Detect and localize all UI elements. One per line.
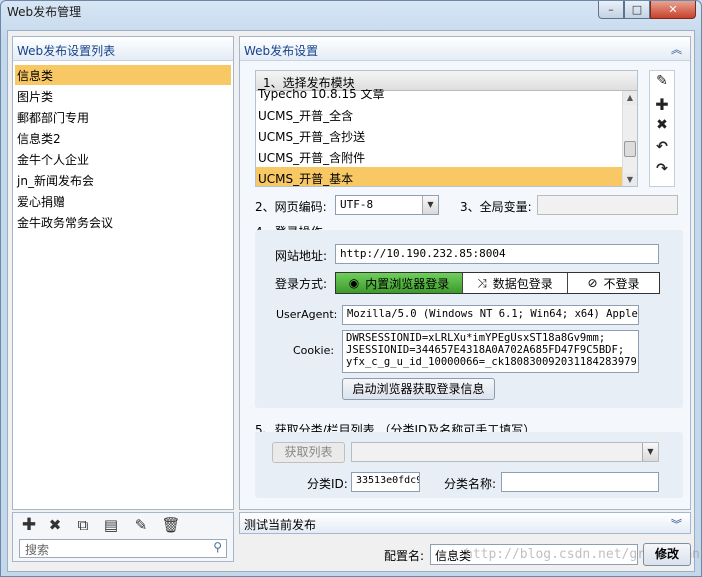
module-list: 1、选择发布模块 Typecho 10.8.15 文章 UCMS_开普_全含 U… — [255, 70, 638, 187]
list-item[interactable]: 信息类 — [15, 65, 231, 85]
no-login-label: 不登录 — [603, 276, 640, 291]
builtin-browser-login-label: 内置浏览器登录 — [365, 276, 450, 291]
builtin-browser-login-button[interactable]: ◉ 内置浏览器登录 — [336, 273, 463, 293]
close-icon[interactable]: ✖ — [650, 117, 674, 137]
encoding-value: UTF-8 — [340, 198, 374, 211]
close-button[interactable]: ✕ — [650, 1, 696, 19]
add-icon[interactable]: ✚ — [19, 515, 39, 535]
trash-icon[interactable]: 🗑 — [161, 515, 181, 535]
search-icon[interactable]: ⚲ — [213, 540, 222, 554]
chevron-down-icon[interactable]: ▼ — [642, 443, 658, 461]
no-login-button[interactable]: ⊘ 不登录 — [568, 273, 659, 293]
site-url-label: 网站地址: — [275, 249, 328, 263]
encoding-select[interactable]: UTF-8 ▼ — [335, 195, 439, 215]
copy-icon[interactable]: ⧉ — [73, 515, 93, 535]
delete-icon[interactable]: ✖ — [45, 515, 65, 535]
global-var-field[interactable] — [537, 195, 678, 215]
redo-icon[interactable]: ↷ — [650, 161, 674, 181]
test-publish-bar[interactable]: 测试当前发布 ︾ — [239, 512, 691, 534]
packet-login-label: 数据包登录 — [492, 276, 553, 291]
cookie-line: yfx_c_g_u_id_10000066=_ck180830092031184… — [346, 356, 639, 368]
login-method-segmented: ◉ 内置浏览器登录 ⤨ 数据包登录 ⊘ 不登录 — [335, 272, 660, 294]
chevron-down-icon[interactable]: ▼ — [422, 196, 438, 214]
cookie-label: Cookie: — [293, 344, 335, 357]
module-list-title: 1、选择发布模块 — [256, 71, 637, 91]
list-item[interactable]: UCMS_开普_含附件 — [256, 146, 622, 167]
test-publish-label: 测试当前发布 — [244, 518, 317, 532]
web-publish-settings-panel: Web发布设置 ︽ 1、选择发布模块 Typecho 10.8.15 文章 UC… — [239, 36, 691, 510]
list-item[interactable]: UCMS_开普_基本 — [256, 167, 622, 186]
list-item[interactable]: 金牛个人企业 — [15, 149, 231, 169]
site-url-input[interactable]: http://10.190.232.85:8004 — [335, 244, 659, 264]
search-placeholder: 搜索 — [25, 543, 50, 557]
scroll-down-icon[interactable]: ▼ — [623, 173, 637, 186]
settings-list-panel: Web发布设置列表 信息类 图片类 郵都部门专用 信息类2 金牛个人企业 jn_… — [12, 36, 234, 510]
window-title: Web发布管理 — [7, 5, 82, 19]
cookie-textarea[interactable]: DWRSESSIONID=xLRLXu*imYPEgUsxST18a8Gv9mm… — [342, 330, 639, 373]
list-item[interactable]: 图片类 — [15, 86, 231, 106]
list-item[interactable]: UCMS_开普_含抄送 — [256, 125, 622, 146]
panel-title: Web发布设置 — [244, 44, 319, 58]
scroll-thumb[interactable] — [624, 141, 636, 157]
ban-icon: ⊘ — [587, 276, 598, 290]
config-name-label: 配置名: — [384, 549, 425, 563]
login-method-label: 登录方式: — [275, 277, 328, 291]
config-name-input[interactable]: 信息类 — [430, 544, 638, 565]
list-item[interactable]: UCMS_开普_全含 — [256, 104, 622, 125]
list-item[interactable]: Typecho 10.8.15 文章 — [256, 89, 622, 102]
fetch-list-button[interactable]: 获取列表 — [272, 442, 345, 463]
module-tools: ✎ ✚ ✖ ↶ ↷ — [649, 70, 675, 187]
module-scrollbar[interactable]: ▲ ▼ — [622, 91, 637, 186]
category-id-input[interactable]: 33513e0fdc9 — [351, 472, 420, 492]
expand-down-icon[interactable]: ︾ — [671, 516, 682, 532]
shuffle-icon: ⤨ — [477, 275, 487, 290]
global-var-label: 3、全局变量: — [460, 200, 532, 214]
list-item[interactable]: 金牛政务常务会议 — [15, 212, 231, 232]
category-name-label: 分类名称: — [444, 477, 497, 491]
modify-button[interactable]: 修改 — [643, 543, 691, 566]
useragent-label: UserAgent: — [276, 308, 338, 321]
list-item[interactable]: 爱心捐赠 — [15, 191, 231, 211]
useragent-input[interactable]: Mozilla/5.0 (Windows NT 6.1; Win64; x64)… — [342, 305, 639, 325]
plus-icon[interactable]: ✚ — [650, 95, 674, 115]
collapse-up-icon[interactable]: ︽ — [671, 41, 682, 57]
paste-icon[interactable]: ▤ — [101, 515, 121, 535]
maximize-button[interactable]: □ — [624, 1, 650, 19]
edit-icon[interactable]: ✎ — [131, 515, 151, 535]
list-item[interactable]: 信息类2 — [15, 128, 231, 148]
minimize-button[interactable]: – — [598, 1, 624, 19]
search-input[interactable]: 搜索 ⚲ — [19, 539, 227, 558]
cookie-line: DWRSESSIONID=xLRLXu*imYPEgUsxST18a8Gv9mm… — [346, 332, 606, 344]
encoding-label: 2、网页编码: — [255, 200, 327, 214]
settings-list-header: Web发布设置列表 — [13, 37, 233, 61]
category-select[interactable]: ▼ — [351, 442, 659, 462]
packet-login-button[interactable]: ⤨ 数据包登录 — [463, 273, 568, 293]
scroll-up-icon[interactable]: ▲ — [623, 91, 637, 105]
undo-icon[interactable]: ↶ — [650, 139, 674, 159]
launch-browser-button[interactable]: 启动浏览器获取登录信息 — [342, 378, 495, 400]
pencil-icon[interactable]: ✎ — [650, 73, 674, 93]
list-item[interactable]: jn_新闻发布会 — [15, 170, 231, 190]
globe-icon: ◉ — [348, 276, 360, 290]
cookie-line: JSESSIONID=344657E4318A0A702A685FD47F9C5… — [346, 344, 625, 356]
list-toolbar: ✚ ✖ ⧉ ▤ ✎ 🗑 搜索 ⚲ — [12, 512, 234, 562]
category-name-input[interactable] — [501, 472, 659, 492]
category-id-label: 分类ID: — [307, 477, 348, 491]
web-publish-settings-header: Web发布设置 ︽ — [240, 37, 690, 61]
list-item[interactable]: 郵都部门专用 — [15, 107, 231, 127]
